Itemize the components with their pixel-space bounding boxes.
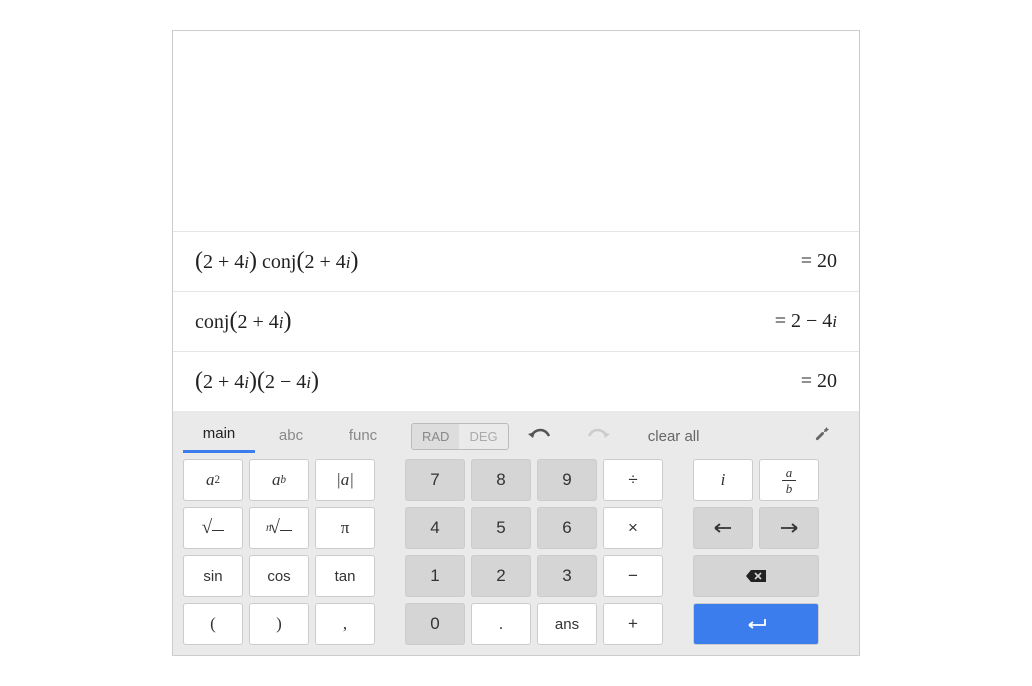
wrench-icon	[813, 424, 833, 444]
history: (2 + 4i) conj(2 + 4i) = 20 conj(2 + 4i) = 2…	[173, 231, 859, 411]
key-lparen[interactable]: (	[183, 603, 243, 645]
arrow-right-icon	[779, 522, 799, 534]
enter-icon	[744, 617, 768, 631]
key-4[interactable]: 4	[405, 507, 465, 549]
key-divide[interactable]: ÷	[603, 459, 663, 501]
tab-main[interactable]: main	[183, 419, 255, 453]
key-6[interactable]: 6	[537, 507, 597, 549]
angle-mode-toggle[interactable]: RAD DEG	[411, 423, 509, 450]
key-nroot[interactable]: n√	[249, 507, 309, 549]
history-row[interactable]: (2 + 4i) conj(2 + 4i) = 20	[173, 231, 859, 291]
history-result: = 20	[801, 250, 837, 273]
redo-icon	[587, 426, 611, 442]
key-left[interactable]	[693, 507, 753, 549]
tab-abc[interactable]: abc	[255, 421, 327, 452]
settings-button[interactable]	[803, 424, 843, 449]
key-fraction[interactable]: ab	[759, 459, 819, 501]
redo-button[interactable]	[569, 425, 629, 448]
function-keys: a2 ab |a| √ n√ π sin cos tan ( ) ,	[183, 459, 375, 645]
calculator: (2 + 4i) conj(2 + 4i) = 20 conj(2 + 4i) = 2…	[172, 30, 860, 656]
history-result: = 2 − 4i	[775, 310, 837, 333]
key-rparen[interactable]: )	[249, 603, 309, 645]
toolbar: main abc func RAD DEG clear all	[173, 411, 859, 455]
undo-button[interactable]	[509, 425, 569, 448]
key-sqrt[interactable]: √	[183, 507, 243, 549]
key-8[interactable]: 8	[471, 459, 531, 501]
nav-keys: i ab	[693, 459, 819, 645]
key-power[interactable]: ab	[249, 459, 309, 501]
key-cos[interactable]: cos	[249, 555, 309, 597]
display-area	[173, 31, 859, 231]
key-0[interactable]: 0	[405, 603, 465, 645]
key-sin[interactable]: sin	[183, 555, 243, 597]
key-ans[interactable]: ans	[537, 603, 597, 645]
keys-grid: a2 ab |a| √ n√ π sin cos tan ( ) , 7 8 9…	[173, 455, 859, 649]
key-multiply[interactable]: ×	[603, 507, 663, 549]
deg-option[interactable]: DEG	[459, 424, 507, 449]
history-row[interactable]: conj(2 + 4i) = 2 − 4i	[173, 291, 859, 351]
key-add[interactable]: +	[603, 603, 663, 645]
key-3[interactable]: 3	[537, 555, 597, 597]
arrow-left-icon	[713, 522, 733, 534]
key-5[interactable]: 5	[471, 507, 531, 549]
keypad: main abc func RAD DEG clear all a2 ab	[173, 411, 859, 655]
history-expression: (2 + 4i)(2 − 4i)	[195, 368, 319, 395]
history-row[interactable]: (2 + 4i)(2 − 4i) = 20	[173, 351, 859, 411]
key-comma[interactable]: ,	[315, 603, 375, 645]
key-pi[interactable]: π	[315, 507, 375, 549]
key-dot[interactable]: .	[471, 603, 531, 645]
key-i[interactable]: i	[693, 459, 753, 501]
history-expression: conj(2 + 4i)	[195, 308, 291, 335]
key-9[interactable]: 9	[537, 459, 597, 501]
rad-option[interactable]: RAD	[412, 424, 459, 449]
key-square[interactable]: a2	[183, 459, 243, 501]
backspace-icon	[745, 569, 767, 583]
tab-func[interactable]: func	[327, 421, 399, 452]
history-expression: (2 + 4i) conj(2 + 4i)	[195, 248, 358, 275]
key-subtract[interactable]: −	[603, 555, 663, 597]
key-backspace[interactable]	[693, 555, 819, 597]
numpad: 7 8 9 ÷ 4 5 6 × 1 2 3 − 0 . ans +	[405, 459, 663, 645]
key-enter[interactable]	[693, 603, 819, 645]
key-1[interactable]: 1	[405, 555, 465, 597]
undo-icon	[527, 426, 551, 442]
key-abs[interactable]: |a|	[315, 459, 375, 501]
key-2[interactable]: 2	[471, 555, 531, 597]
history-result: = 20	[801, 370, 837, 393]
key-7[interactable]: 7	[405, 459, 465, 501]
key-right[interactable]	[759, 507, 819, 549]
key-tan[interactable]: tan	[315, 555, 375, 597]
clear-all-button[interactable]: clear all	[629, 428, 719, 445]
